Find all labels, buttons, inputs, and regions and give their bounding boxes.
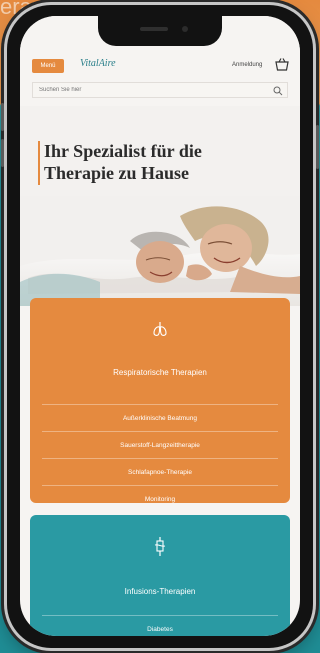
syringe-icon [154, 537, 166, 556]
hero-title-line-2: Therapie zu Hause [44, 163, 190, 183]
hero-section: Ihr Spezialist für die Therapie zu Hause [20, 106, 300, 306]
lungs-icon [153, 322, 167, 336]
hero-photo-couple [20, 196, 300, 306]
shopping-bag-icon[interactable] [274, 56, 290, 72]
hero-title-line-1: Ihr Spezialist für die [44, 141, 202, 161]
list-item[interactable]: Monitoring [42, 485, 278, 512]
list-item[interactable]: Diabetes [42, 615, 278, 636]
respiratory-list: Außerklinische Beatmung Sauerstoff-Langz… [42, 404, 278, 512]
infusion-title: Infusions-Therapien [124, 587, 196, 596]
infusion-therapies-card[interactable]: Infusions-Therapien Diabetes [30, 515, 290, 636]
list-item[interactable]: Schlafapnoe-Therapie [42, 458, 278, 485]
search-input[interactable] [39, 84, 259, 96]
volume-down-button [1, 139, 4, 167]
camera-icon [182, 26, 188, 32]
search-bar [32, 82, 288, 98]
search-icon[interactable] [273, 86, 283, 96]
phone-screen: Menü VitalAire Anmeldung Ihr Spezialist … [20, 16, 300, 636]
list-item[interactable]: Sauerstoff-Langzeittherapie [42, 431, 278, 458]
phone-notch [98, 16, 222, 46]
respiratory-therapies-card[interactable]: Respiratorische Therapien Außerklinische… [30, 298, 290, 503]
login-link[interactable]: Anmeldung [232, 62, 262, 68]
logo[interactable]: VitalAire [80, 58, 116, 69]
infusion-list: Diabetes [42, 615, 278, 636]
hero-title: Ihr Spezialist für die Therapie zu Hause [44, 140, 294, 184]
volume-up-button [1, 103, 4, 131]
hero-accent-bar [38, 141, 40, 185]
menu-button[interactable]: Menü [32, 59, 64, 73]
power-button [316, 125, 319, 169]
list-item[interactable]: Außerklinische Beatmung [42, 404, 278, 431]
respiratory-title: Respiratorische Therapien [113, 368, 207, 377]
speaker-grill [140, 27, 168, 31]
